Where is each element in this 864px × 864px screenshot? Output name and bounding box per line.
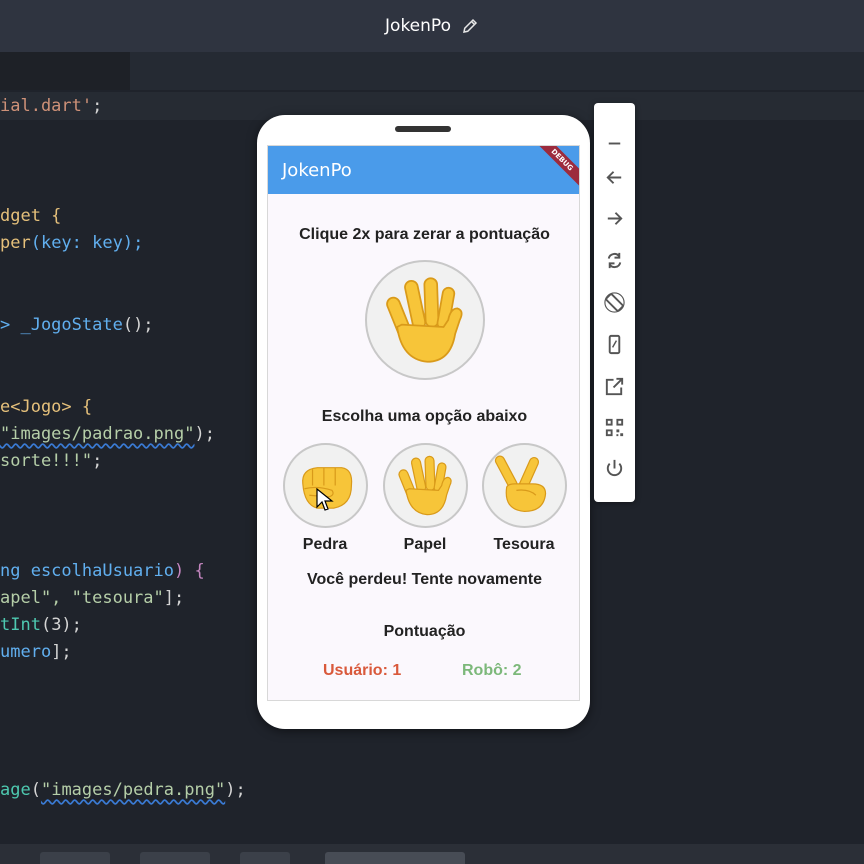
phone-notch <box>395 126 451 132</box>
code-line: apel", "tesoura"]; <box>0 588 184 608</box>
option-label-tesoura: Tesoura <box>493 536 555 553</box>
open-hand-icon <box>386 277 463 363</box>
code-token: umero <box>0 642 52 662</box>
code-line: "images/padrao.png"); <box>0 424 215 444</box>
code-token: per <box>0 233 31 253</box>
code-token: sorte!!!" <box>0 451 93 471</box>
result-message: Você perdeu! Tente novamente <box>306 571 542 588</box>
robot-score: Robô: 2 <box>462 662 522 679</box>
code-token: (3); <box>40 615 82 635</box>
code-line: sorte!!!"; <box>0 451 102 471</box>
user-score: Usuário: 1 <box>323 662 402 679</box>
code-token: tInt <box>0 615 41 635</box>
code-token: ) { <box>174 561 205 581</box>
code-line: > _JogoState(); <box>0 315 154 335</box>
power-icon[interactable] <box>603 457 626 480</box>
app-screen: JokenPo DEBUG Clique 2x para zerar a pon… <box>267 145 580 701</box>
code-token: ( <box>30 780 41 800</box>
code-token: ]; <box>163 588 185 608</box>
screen-rotation-icon[interactable] <box>603 291 626 314</box>
choose-prompt: Escolha uma opção abaixo <box>321 408 528 425</box>
victory-hand-icon <box>494 455 547 513</box>
emulator-phone: JokenPo DEBUG Clique 2x para zerar a pon… <box>257 115 590 729</box>
window-titlebar: JokenPo <box>0 0 864 52</box>
option-papel-button[interactable] <box>383 443 468 528</box>
code-token: e<Jogo> { <box>0 397 93 417</box>
device-icon[interactable] <box>603 333 626 356</box>
code-token: "images/padrao.png" <box>0 424 195 444</box>
code-token: ); <box>194 424 215 444</box>
code-token: ; <box>92 96 103 116</box>
code-line: ng escolhaUsuario) { <box>0 561 205 581</box>
open-external-icon[interactable] <box>603 375 626 398</box>
score-title: Pontuação <box>383 623 466 640</box>
option-label-papel: Papel <box>403 536 447 553</box>
rotate-icon[interactable] <box>603 249 626 272</box>
code-token: ); <box>225 780 246 800</box>
code-token: (key: key); <box>30 233 144 253</box>
window-title: JokenPo <box>385 16 451 36</box>
bottom-tab[interactable] <box>40 852 110 864</box>
bottom-tab[interactable] <box>140 852 210 864</box>
emulator-toolbar <box>594 103 635 502</box>
code-line: umero]; <box>0 642 72 662</box>
code-line: tInt(3); <box>0 615 82 635</box>
code-token: "images/pedra.png" <box>40 780 226 800</box>
code-token: apel", "tesoura" <box>0 588 164 608</box>
fist-icon <box>302 467 353 509</box>
bottom-tab[interactable] <box>240 852 290 864</box>
code-token: > _JogoState <box>0 315 123 335</box>
bottom-panel-tabs <box>0 844 864 864</box>
code-line: ial.dart'; <box>0 96 102 116</box>
app-bar: JokenPo <box>268 146 579 194</box>
code-token: (); <box>122 315 154 335</box>
editor-tabstrip <box>0 52 864 90</box>
option-tesoura-button[interactable] <box>482 443 567 528</box>
bottom-tab-active[interactable] <box>325 852 465 864</box>
code-line: age("images/pedra.png"); <box>0 780 246 800</box>
code-token: dget { <box>0 206 62 226</box>
back-icon[interactable] <box>603 166 626 189</box>
code-token: age <box>0 780 31 800</box>
code-token: ng escolhaUsuario <box>0 561 174 581</box>
option-pedra-button[interactable] <box>283 443 368 528</box>
editor-tab-active[interactable] <box>0 52 130 90</box>
mouse-cursor-icon <box>316 488 334 511</box>
reset-hint: Clique 2x para zerar a pontuação <box>299 226 550 243</box>
option-label-pedra: Pedra <box>302 536 348 553</box>
app-choice-image[interactable] <box>365 260 485 380</box>
open-hand-icon <box>398 455 452 516</box>
qr-code-icon[interactable] <box>603 416 626 439</box>
code-line: e<Jogo> { <box>0 397 92 417</box>
app-bar-title: JokenPo <box>282 159 352 181</box>
code-line: dget { <box>0 206 61 226</box>
code-line: per(key: key); <box>0 233 143 253</box>
forward-icon[interactable] <box>603 207 626 230</box>
code-token: ; <box>92 451 103 471</box>
pencil-icon[interactable] <box>461 17 479 35</box>
code-token: ial.dart' <box>0 96 93 116</box>
minimize-icon[interactable] <box>603 132 626 155</box>
code-token: ]; <box>51 642 72 662</box>
